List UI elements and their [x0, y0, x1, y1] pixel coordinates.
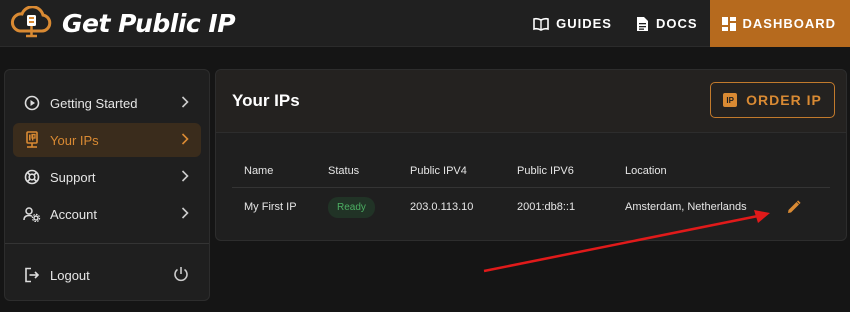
- order-ip-button[interactable]: IP ORDER IP: [710, 82, 835, 118]
- table-row[interactable]: My First IP Ready 203.0.113.10 2001:db8:…: [232, 188, 830, 226]
- column-header-name: Name: [244, 164, 274, 177]
- cell-ipv6: 2001:db8::1: [517, 201, 576, 213]
- chevron-right-icon: [181, 206, 189, 223]
- book-icon: [533, 17, 549, 31]
- ip-badge-icon: IP: [723, 93, 738, 107]
- dashboard-icon: [721, 16, 736, 31]
- sidebar-item-getting-started[interactable]: Getting Started: [13, 86, 201, 120]
- ips-panel: Your IPs IP ORDER IP Name Status Public …: [215, 69, 847, 241]
- column-header-location: Location: [625, 164, 667, 177]
- sidebar-item-account[interactable]: Account: [13, 197, 201, 231]
- pencil-icon: [788, 200, 801, 213]
- sidebar-item-label: Logout: [50, 267, 90, 283]
- cell-ipv4: 203.0.113.10: [410, 201, 474, 213]
- sidebar: Getting Started Your IPs Support Account: [4, 69, 210, 301]
- panel-header: Your IPs IP ORDER IP: [216, 70, 846, 133]
- sidebar-divider: [5, 243, 209, 244]
- status-badge: Ready: [328, 196, 375, 218]
- cell-location: Amsterdam, Netherlands: [625, 201, 747, 213]
- edit-button[interactable]: [787, 188, 801, 226]
- nav-guides-label: GUIDES: [556, 16, 612, 31]
- chevron-right-icon: [181, 95, 189, 112]
- column-header-status: Status: [328, 164, 360, 177]
- sidebar-item-label: Getting Started: [50, 95, 138, 111]
- sidebar-item-your-ips[interactable]: Your IPs: [13, 123, 201, 157]
- sidebar-item-logout[interactable]: Logout: [13, 258, 201, 292]
- brand-name: Get Public IP: [62, 8, 236, 38]
- top-bar: Get Public IP GUIDES DOCS DASHBOARD: [0, 0, 850, 47]
- ips-table: Name Status Public IPV4 Public IPV6 Loca…: [232, 154, 830, 226]
- ip-icon: [23, 131, 41, 149]
- nav-dashboard-label: DASHBOARD: [742, 16, 836, 31]
- order-ip-label: ORDER IP: [746, 92, 822, 108]
- logout-icon: [23, 266, 41, 284]
- cell-name: My First IP: [244, 201, 297, 213]
- nav-docs[interactable]: DOCS: [624, 0, 710, 47]
- sidebar-item-label: Support: [50, 169, 96, 185]
- column-header-ipv4: Public IPV4: [410, 164, 467, 177]
- document-icon: [636, 16, 648, 31]
- chevron-right-icon: [181, 169, 189, 186]
- sidebar-item-label: Account: [50, 206, 97, 222]
- cell-status: Ready: [328, 188, 375, 226]
- nav-dashboard[interactable]: DASHBOARD: [709, 0, 850, 47]
- column-header-ipv6: Public IPV6: [517, 164, 574, 177]
- chevron-right-icon: [181, 132, 189, 149]
- top-nav: GUIDES DOCS DASHBOARD: [521, 0, 850, 47]
- sidebar-item-support[interactable]: Support: [13, 160, 201, 194]
- play-circle-icon: [23, 94, 41, 112]
- logo[interactable]: Get Public IP: [8, 5, 236, 41]
- nav-docs-label: DOCS: [655, 16, 698, 31]
- power-icon[interactable]: [173, 266, 189, 285]
- nav-guides[interactable]: GUIDES: [521, 0, 624, 47]
- page-title: Your IPs: [232, 91, 300, 110]
- account-settings-icon: [23, 205, 41, 223]
- cloud-logo-icon: [11, 6, 52, 38]
- table-header-row: Name Status Public IPV4 Public IPV6 Loca…: [232, 154, 830, 188]
- sidebar-item-label: Your IPs: [50, 132, 99, 148]
- support-icon: [23, 168, 41, 186]
